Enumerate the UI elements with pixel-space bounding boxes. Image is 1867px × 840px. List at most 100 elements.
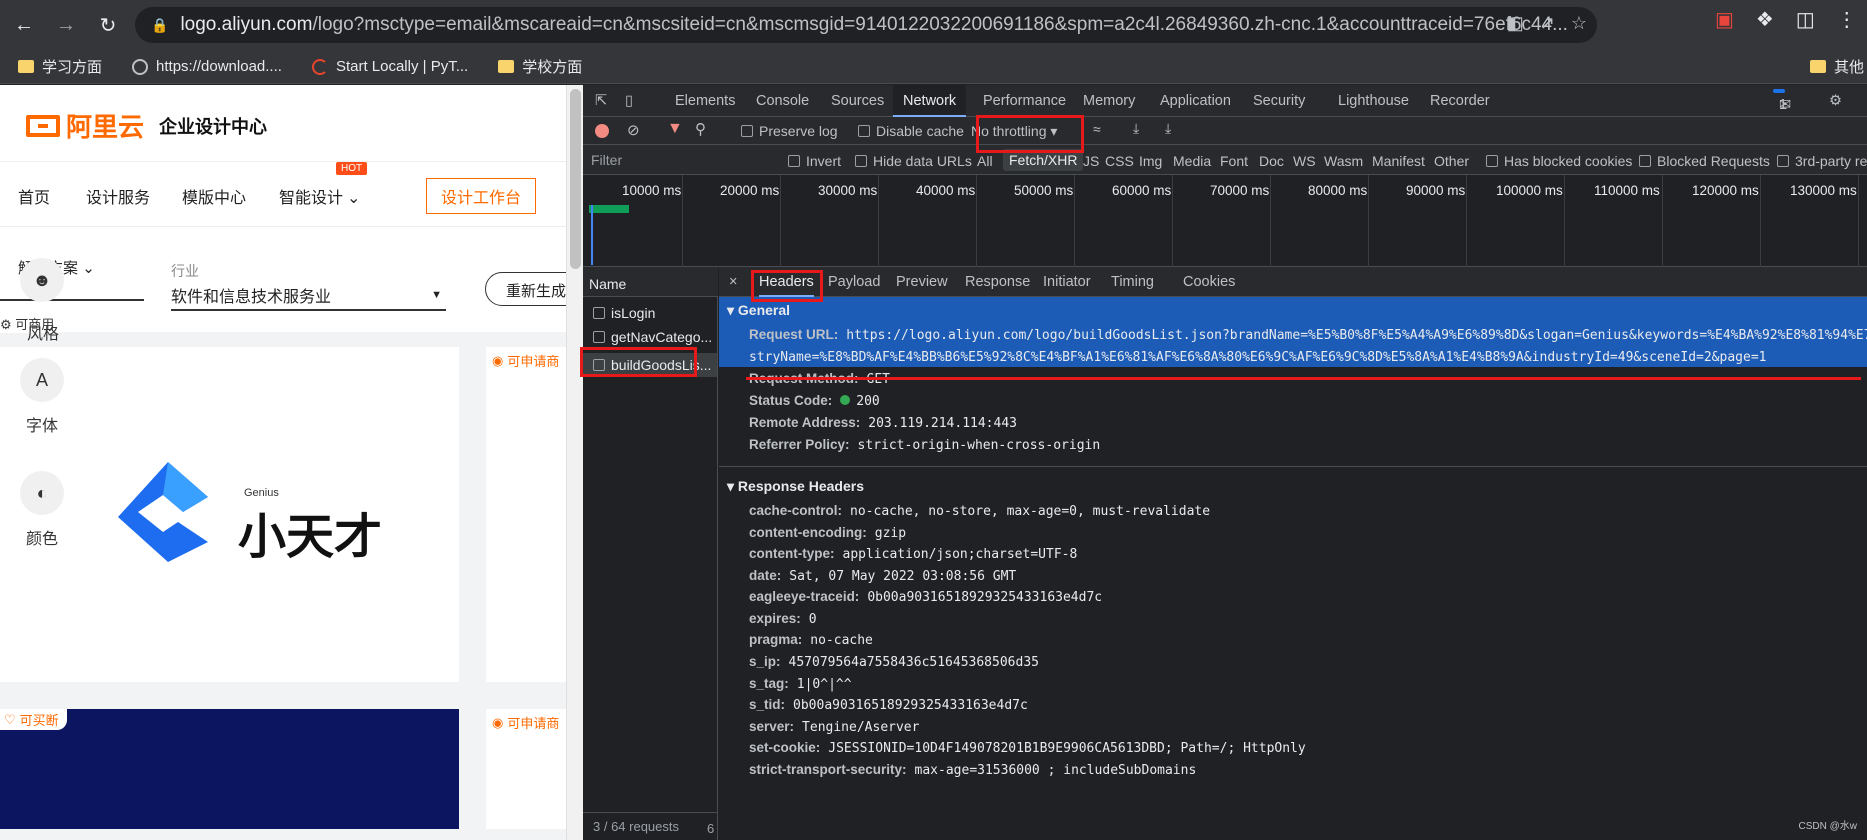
filter-doc[interactable]: Doc bbox=[1259, 153, 1284, 169]
badge-icon: ◉ bbox=[492, 714, 504, 730]
request-row-getnavcategory[interactable]: getNavCatego... bbox=[593, 329, 712, 345]
request-row-islogin[interactable]: isLogin bbox=[593, 305, 655, 321]
filter-js[interactable]: JS bbox=[1083, 153, 1099, 169]
aliyun-logo[interactable]: 阿里云 bbox=[26, 107, 144, 144]
reload-icon[interactable]: ↻ bbox=[90, 7, 126, 43]
devtools-panel: ⇱ ▯ Elements Console Sources Network Per… bbox=[580, 85, 1867, 840]
tab-cookies[interactable]: Cookies bbox=[1183, 274, 1235, 290]
bookmark-folder-study[interactable]: 学习方面 bbox=[18, 56, 102, 77]
tool-style[interactable]: ☻ bbox=[7, 258, 77, 302]
nav-design-service[interactable]: 设计服务 bbox=[86, 184, 150, 208]
logo-card[interactable]: ◉ 可申请商 bbox=[486, 709, 566, 829]
sidepanel-icon[interactable]: ◫ bbox=[1796, 7, 1815, 32]
tool-color[interactable]: ◐ 颜色 bbox=[7, 471, 77, 549]
logo-card[interactable]: ♡ 可买断 bbox=[0, 709, 459, 829]
nav-home[interactable]: 首页 bbox=[18, 184, 50, 208]
genius-logo-icon bbox=[118, 462, 208, 562]
tab-memory[interactable]: Memory bbox=[1083, 93, 1135, 109]
scroll-thumb[interactable] bbox=[570, 89, 581, 269]
device-toggle-icon[interactable]: ▯ bbox=[625, 93, 633, 109]
tab-elements[interactable]: Elements bbox=[675, 93, 735, 109]
filter-css[interactable]: CSS bbox=[1105, 153, 1134, 169]
tab-sources[interactable]: Sources bbox=[831, 93, 884, 109]
response-header-row: eagleeye-traceid: 0b00a903165189293254331… bbox=[749, 589, 1103, 605]
bookmark-folder-other[interactable]: 其他 bbox=[1810, 56, 1864, 77]
hide-data-urls-checkbox[interactable]: Hide data URLs bbox=[855, 153, 972, 169]
wifi-icon[interactable]: ≈ bbox=[1093, 121, 1101, 137]
filter-ws[interactable]: WS bbox=[1293, 153, 1316, 169]
hot-badge: HOT bbox=[336, 162, 368, 175]
folder-icon bbox=[498, 60, 515, 73]
clear-icon[interactable]: ⊘ bbox=[627, 121, 640, 139]
blocked-cookies-checkbox[interactable]: Has blocked cookies bbox=[1486, 153, 1632, 169]
filter-media[interactable]: Media bbox=[1173, 153, 1211, 169]
response-headers-section-header[interactable]: ▾ Response Headers bbox=[719, 473, 1867, 499]
preserve-log-checkbox[interactable]: Preserve log bbox=[741, 123, 838, 139]
timeline-tick: 40000 ms bbox=[916, 183, 976, 198]
tab-payload[interactable]: Payload bbox=[828, 274, 880, 290]
star-icon[interactable]: ☆ bbox=[1571, 13, 1587, 34]
invert-checkbox[interactable]: Invert bbox=[788, 153, 841, 169]
filter-input[interactable]: Filter bbox=[591, 152, 622, 168]
general-section-header[interactable]: ▾ General bbox=[719, 297, 1867, 323]
filter-manifest[interactable]: Manifest bbox=[1372, 153, 1425, 169]
name-column-header[interactable]: Name bbox=[583, 267, 718, 297]
tab-response[interactable]: Response bbox=[965, 274, 1030, 290]
timeline-tick: 70000 ms bbox=[1210, 183, 1270, 198]
filter-img[interactable]: Img bbox=[1139, 153, 1162, 169]
bookmark-download[interactable]: https://download.... bbox=[132, 58, 282, 75]
bookmark-pytorch[interactable]: Start Locally | PyT... bbox=[311, 58, 468, 75]
inspect-icon[interactable]: ⇱ bbox=[595, 93, 607, 109]
tab-console[interactable]: Console bbox=[756, 93, 809, 109]
filter-all[interactable]: All bbox=[977, 153, 993, 169]
puzzle-icon[interactable]: ❖ bbox=[1756, 7, 1774, 32]
tab-initiator[interactable]: Initiator bbox=[1043, 274, 1091, 290]
request-detail: × Headers Payload Preview Response Initi… bbox=[719, 267, 1867, 840]
timeline-bar bbox=[589, 205, 629, 213]
timeline-tick: 30000 ms bbox=[818, 183, 878, 198]
tab-performance[interactable]: Performance bbox=[983, 93, 1066, 109]
close-icon[interactable]: × bbox=[729, 274, 737, 290]
menu-icon[interactable]: ⋮ bbox=[1837, 7, 1857, 32]
workbench-button[interactable]: 设计工作台 bbox=[426, 178, 536, 214]
tab-network[interactable]: Network bbox=[893, 85, 967, 117]
record-icon[interactable] bbox=[595, 124, 609, 138]
page-scrollbar[interactable] bbox=[566, 85, 583, 840]
csdn-watermark: CSDN @水w bbox=[1798, 821, 1858, 832]
download-icon[interactable]: ⤓ bbox=[1165, 120, 1171, 137]
settings-icon[interactable]: ⚙ bbox=[1829, 93, 1842, 109]
blocked-requests-checkbox[interactable]: Blocked Requests bbox=[1639, 153, 1770, 169]
tab-lighthouse[interactable]: Lighthouse bbox=[1338, 93, 1409, 109]
nav-smart-design[interactable]: 智能设计 ⌄ bbox=[279, 184, 360, 208]
bookmark-folder-school[interactable]: 学校方面 bbox=[498, 56, 582, 77]
chevron-down-icon: ⌄ bbox=[82, 260, 95, 277]
tool-font[interactable]: A 字体 bbox=[7, 358, 77, 436]
search-icon[interactable]: ⚲ bbox=[695, 120, 706, 138]
tab-preview[interactable]: Preview bbox=[896, 274, 948, 290]
disable-cache-checkbox[interactable]: Disable cache bbox=[858, 123, 964, 139]
url-path: /logo?msctype=email&mscareaid=cn&mscsite… bbox=[312, 14, 1568, 35]
general-remote-address: Remote Address: 203.119.214.114:443 bbox=[749, 415, 1017, 431]
tab-application[interactable]: Application bbox=[1160, 93, 1231, 109]
address-bar[interactable]: 🔒 logo.aliyun.com/logo?msctype=email&msc… bbox=[135, 7, 1597, 43]
network-timeline[interactable]: 10000 ms 20000 ms 30000 ms 40000 ms 5000… bbox=[583, 175, 1867, 267]
translate-icon[interactable]: ◧ bbox=[1507, 13, 1524, 34]
share-icon[interactable]: ↗ bbox=[1540, 13, 1555, 34]
filter-other[interactable]: Other bbox=[1434, 153, 1469, 169]
industry-select[interactable]: 软件和信息技术服务业 ▼ bbox=[171, 283, 446, 311]
regenerate-button[interactable]: 重新生成 bbox=[485, 272, 566, 306]
upload-icon[interactable]: ⤓ bbox=[1133, 120, 1139, 137]
tab-recorder[interactable]: Recorder bbox=[1430, 93, 1490, 109]
filter-icon[interactable]: ▼ bbox=[667, 120, 683, 138]
back-icon[interactable]: ← bbox=[6, 7, 42, 43]
forward-icon[interactable]: → bbox=[48, 7, 84, 43]
filter-font[interactable]: Font bbox=[1220, 153, 1248, 169]
extension-alert-icon[interactable]: ▣ bbox=[1715, 7, 1734, 32]
nav-templates[interactable]: 模版中心 bbox=[182, 184, 246, 208]
issues-badge[interactable]: ✉ 1 bbox=[1773, 89, 1791, 113]
tab-security[interactable]: Security bbox=[1253, 93, 1305, 109]
third-party-checkbox[interactable]: 3rd-party re bbox=[1777, 153, 1867, 169]
logo-card[interactable]: ◉ 可申请商 bbox=[486, 347, 566, 682]
tab-timing[interactable]: Timing bbox=[1111, 274, 1154, 290]
filter-wasm[interactable]: Wasm bbox=[1324, 153, 1363, 169]
